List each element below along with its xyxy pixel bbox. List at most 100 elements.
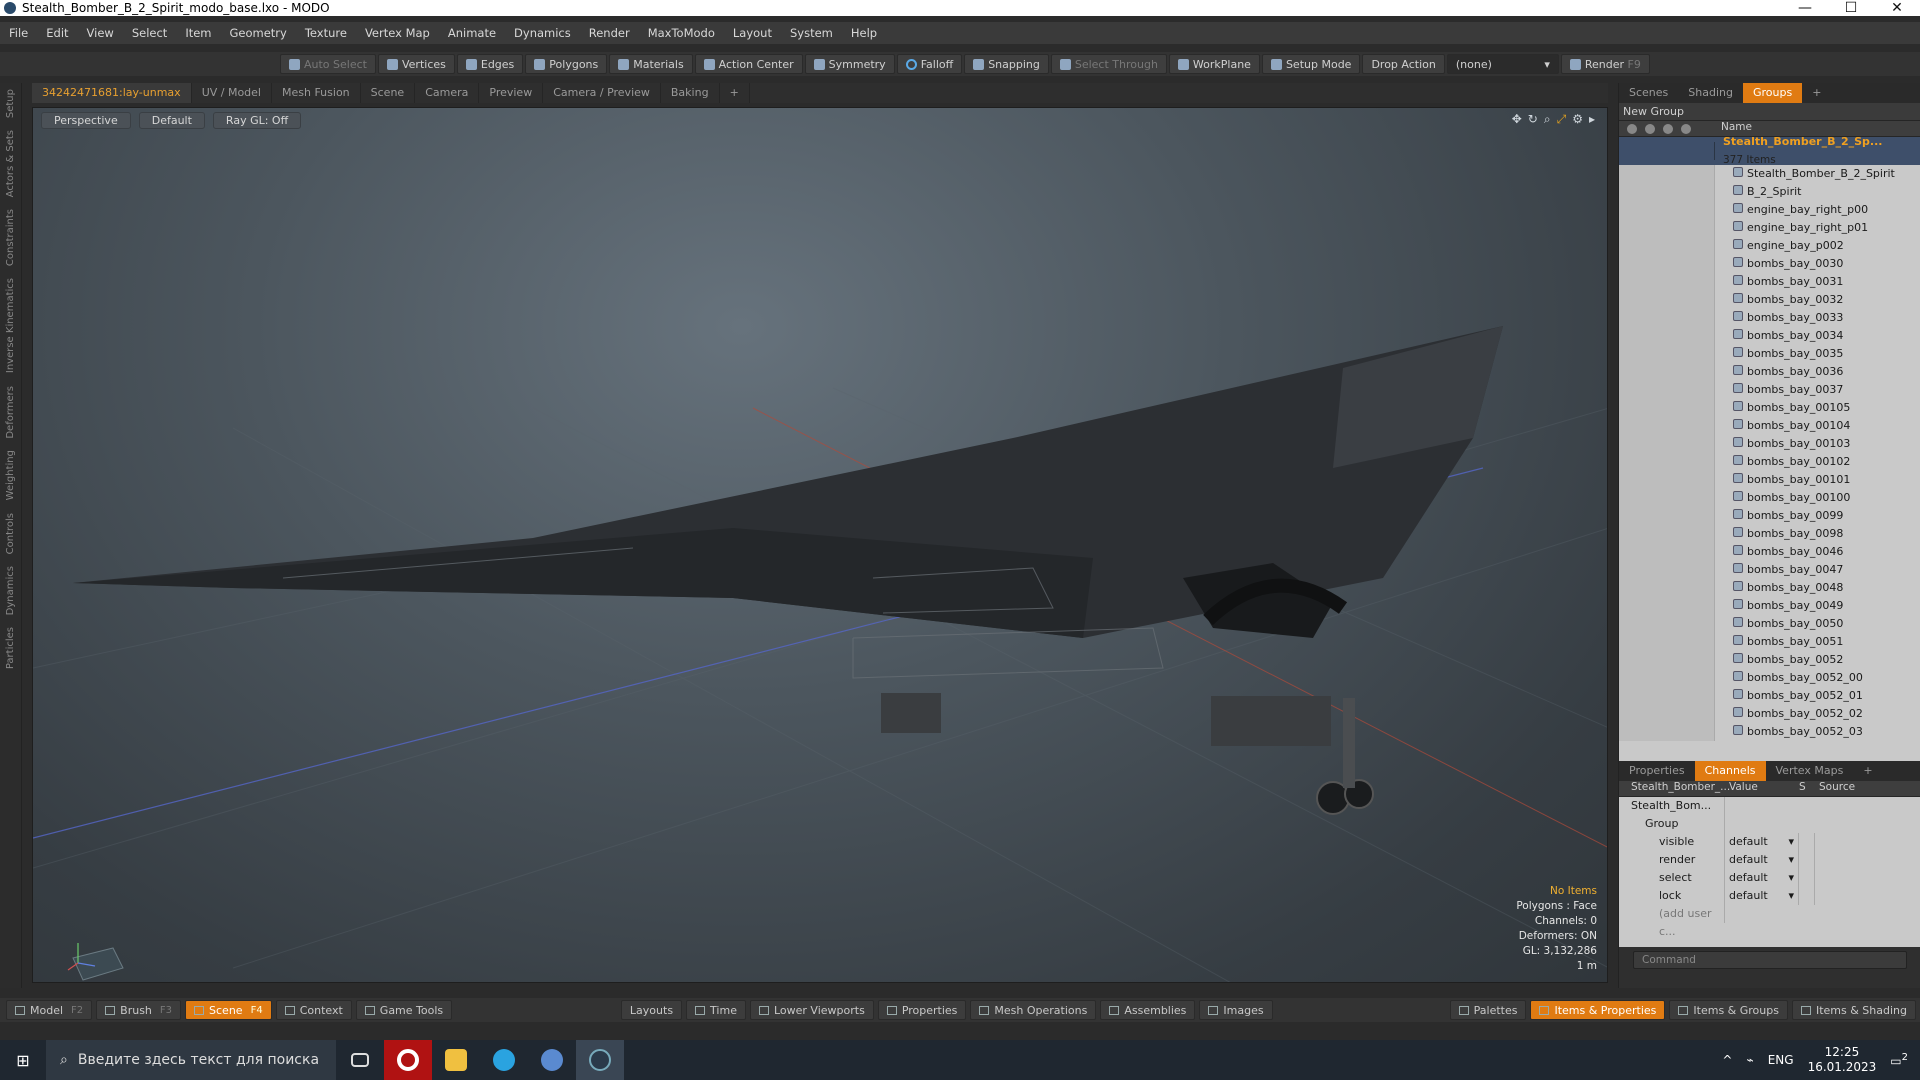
tab-camera[interactable]: Camera xyxy=(415,83,480,103)
list-item[interactable]: Stealth_Bomber_B_2_Spirit xyxy=(1619,165,1920,183)
add-tab-button[interactable]: + xyxy=(720,83,750,103)
menu-view[interactable]: View xyxy=(78,26,123,40)
list-item[interactable]: B_2_Spirit xyxy=(1619,183,1920,201)
name-column-header[interactable]: Name xyxy=(1715,121,1752,136)
add-user-channel-row[interactable]: (add user c... xyxy=(1619,905,1920,938)
add-panel-tab-button[interactable]: + xyxy=(1802,83,1831,103)
rail-deformers[interactable]: Deformers xyxy=(5,380,16,445)
rail-inverse-kinematics[interactable]: Inverse Kinematics xyxy=(5,272,16,379)
workplane-button[interactable]: WorkPlane xyxy=(1168,54,1260,74)
model-layout-button[interactable]: Model F2 xyxy=(6,1000,93,1020)
time-button[interactable]: Time xyxy=(686,1000,746,1020)
3d-viewport[interactable]: Perspective Default Ray GL: Off ✥ ↻ ⌕ ⤢ … xyxy=(32,107,1608,983)
telegram-icon[interactable] xyxy=(480,1040,528,1080)
raygl-toggle[interactable]: Ray GL: Off xyxy=(212,112,302,129)
lower-viewports-button[interactable]: Lower Viewports xyxy=(749,1000,874,1020)
channel-group-row[interactable]: Group xyxy=(1619,815,1920,833)
group-root-row[interactable]: Stealth_Bomber_B_2_Sp... 377 Items xyxy=(1619,137,1920,166)
falloff-button[interactable]: Falloff xyxy=(896,54,963,74)
channel-value-dropdown[interactable]: default ▾ xyxy=(1725,833,1799,851)
list-item[interactable]: bombs_bay_0031 xyxy=(1619,273,1920,291)
chevron-up-icon[interactable]: ^ xyxy=(1722,1053,1732,1067)
list-item[interactable]: bombs_bay_0032 xyxy=(1619,291,1920,309)
list-item[interactable]: bombs_bay_00104 xyxy=(1619,417,1920,435)
properties-button[interactable]: Properties xyxy=(877,1000,967,1020)
scene-layout-button[interactable]: Scene F4 xyxy=(185,1000,272,1020)
rail-particles[interactable]: Particles xyxy=(5,621,16,675)
select-through-button[interactable]: Select Through xyxy=(1050,54,1167,74)
list-item[interactable]: bombs_bay_0052_03 xyxy=(1619,723,1920,741)
opera-icon[interactable] xyxy=(384,1040,432,1080)
windows-start-icon[interactable]: ⊞ xyxy=(0,1040,46,1080)
list-item[interactable]: bombs_bay_0036 xyxy=(1619,363,1920,381)
viewport-menu-icon[interactable]: ▸ xyxy=(1589,112,1595,127)
taskbar-search[interactable]: ⌕ Введите здесь текст для поиска xyxy=(46,1040,336,1080)
rail-constraints[interactable]: Constraints xyxy=(5,203,16,272)
render-column-icon[interactable] xyxy=(1645,123,1655,134)
tab-vertex-maps[interactable]: Vertex Maps xyxy=(1766,761,1854,781)
task-view-icon[interactable] xyxy=(336,1040,384,1080)
visibility-column-icon[interactable] xyxy=(1627,123,1637,134)
channel-row[interactable]: lock default ▾ xyxy=(1619,887,1920,905)
network-icon[interactable]: ⌁ xyxy=(1746,1053,1753,1067)
menu-animate[interactable]: Animate xyxy=(439,26,505,40)
tab-channels[interactable]: Channels xyxy=(1694,761,1766,781)
menu-geometry[interactable]: Geometry xyxy=(221,26,296,40)
view-type-dropdown[interactable]: Perspective xyxy=(41,112,131,129)
list-item[interactable]: bombs_bay_0047 xyxy=(1619,561,1920,579)
list-item[interactable]: bombs_bay_0052_00 xyxy=(1619,669,1920,687)
menu-vertex-map[interactable]: Vertex Map xyxy=(356,26,439,40)
list-item[interactable]: engine_bay_right_p00 xyxy=(1619,201,1920,219)
tab-mesh-fusion[interactable]: Mesh Fusion xyxy=(272,83,361,103)
auto-select-button[interactable]: Auto Select xyxy=(280,54,376,74)
menu-edit[interactable]: Edit xyxy=(37,26,77,40)
context-button[interactable]: Context xyxy=(275,1000,352,1020)
polygons-button[interactable]: Polygons xyxy=(525,54,608,74)
menu-texture[interactable]: Texture xyxy=(296,26,356,40)
items-properties-button[interactable]: Items & Properties xyxy=(1530,1000,1666,1020)
shading-dropdown[interactable]: Default xyxy=(138,112,205,129)
viewport-settings-icon[interactable]: ⚙ xyxy=(1572,112,1583,127)
fit-view-icon[interactable]: ⤢ xyxy=(1557,112,1567,127)
list-item[interactable]: bombs_bay_0098 xyxy=(1619,525,1920,543)
list-item[interactable]: bombs_bay_0050 xyxy=(1619,615,1920,633)
tab-scene[interactable]: Scene xyxy=(361,83,416,103)
list-item[interactable]: engine_bay_right_p01 xyxy=(1619,219,1920,237)
list-item[interactable]: bombs_bay_0048 xyxy=(1619,579,1920,597)
channel-row[interactable]: select default ▾ xyxy=(1619,869,1920,887)
list-item[interactable]: bombs_bay_00101 xyxy=(1619,471,1920,489)
setup-mode-button[interactable]: Setup Mode xyxy=(1261,54,1361,74)
list-item[interactable]: bombs_bay_0099 xyxy=(1619,507,1920,525)
zoom-view-icon[interactable]: ⌕ xyxy=(1544,112,1551,127)
new-group-button[interactable]: New Group xyxy=(1619,103,1920,121)
rail-actors-sets[interactable]: Actors & Sets xyxy=(5,124,16,203)
drop-action-select[interactable]: (none) ▾ xyxy=(1446,54,1559,74)
add-channel-tab-button[interactable]: + xyxy=(1853,761,1882,781)
render-button[interactable]: Render F9 xyxy=(1560,54,1650,74)
list-item[interactable]: bombs_bay_0051 xyxy=(1619,633,1920,651)
list-item[interactable]: bombs_bay_0052 xyxy=(1619,651,1920,669)
channel-value-dropdown[interactable]: default ▾ xyxy=(1725,869,1799,887)
notification-icon[interactable]: ▭2 xyxy=(1890,1052,1908,1068)
layouts-button[interactable]: Layouts xyxy=(620,1000,683,1020)
game-tools-button[interactable]: Game Tools xyxy=(355,1000,453,1020)
list-item[interactable]: bombs_bay_00105 xyxy=(1619,399,1920,417)
tab-properties[interactable]: Properties xyxy=(1619,761,1695,781)
minimize-button[interactable]: — xyxy=(1782,0,1828,16)
channel-row[interactable]: render default ▾ xyxy=(1619,851,1920,869)
menu-help[interactable]: Help xyxy=(842,26,886,40)
menu-dynamics[interactable]: Dynamics xyxy=(505,26,580,40)
brush-layout-button[interactable]: Brush F3 xyxy=(96,1000,182,1020)
channel-root-row[interactable]: Stealth_Bom... xyxy=(1619,797,1920,815)
list-item[interactable]: bombs_bay_0049 xyxy=(1619,597,1920,615)
list-item[interactable]: bombs_bay_00100 xyxy=(1619,489,1920,507)
items-groups-button[interactable]: Items & Groups xyxy=(1669,1000,1788,1020)
list-item[interactable]: bombs_bay_00103 xyxy=(1619,435,1920,453)
command-input[interactable]: Command xyxy=(1633,951,1907,969)
menu-file[interactable]: File xyxy=(0,26,37,40)
channel-value-dropdown[interactable]: default ▾ xyxy=(1725,851,1799,869)
palettes-button[interactable]: Palettes xyxy=(1449,1000,1527,1020)
close-button[interactable]: ✕ xyxy=(1874,0,1920,16)
mesh-operations-button[interactable]: Mesh Operations xyxy=(970,1000,1097,1020)
assemblies-button[interactable]: Assemblies xyxy=(1100,1000,1196,1020)
